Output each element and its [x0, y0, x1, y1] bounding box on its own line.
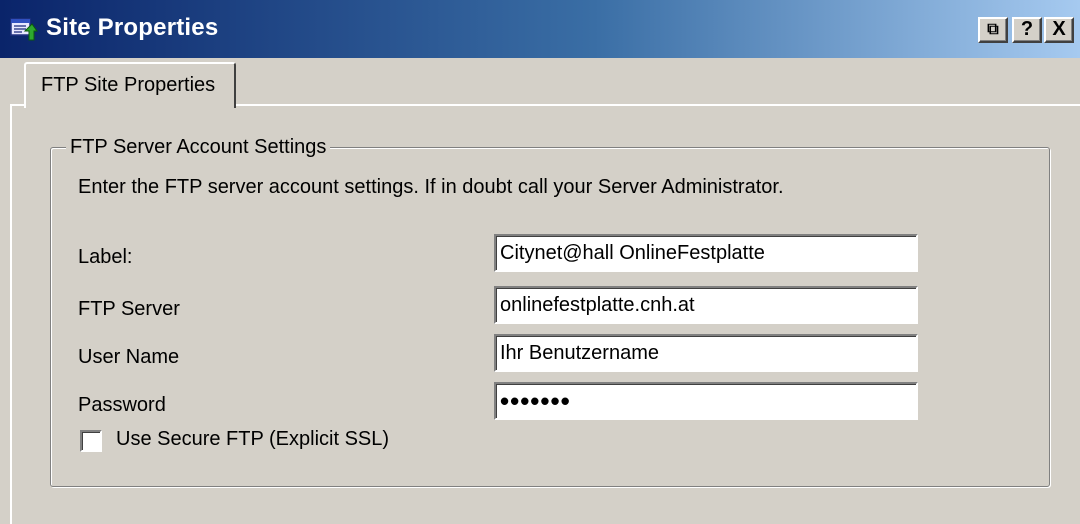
help-button[interactable]: ? [1012, 17, 1042, 43]
ftp-server-label: FTP Server [78, 298, 180, 320]
user-name-input[interactable] [494, 334, 918, 372]
user-name-label: User Name [78, 346, 180, 368]
restore-icon: ⧉ [987, 21, 999, 38]
help-icon: ? [1020, 18, 1034, 40]
close-icon: X [1052, 18, 1066, 40]
site-properties-icon [10, 18, 38, 41]
instructions-text: Enter the FTP server account settings. I… [78, 176, 784, 198]
tab-label: FTP Site Properties [41, 74, 216, 96]
restore-button[interactable]: ⧉ [978, 17, 1008, 43]
password-input[interactable] [494, 382, 918, 420]
close-button[interactable]: X [1044, 17, 1074, 43]
label-input[interactable] [494, 234, 918, 272]
secure-ftp-checkbox[interactable] [80, 430, 102, 452]
tab-ftp-site-properties[interactable]: FTP Site Properties [24, 62, 236, 108]
password-label: Password [78, 394, 166, 416]
ftp-server-input[interactable] [494, 286, 918, 324]
secure-ftp-label[interactable]: Use Secure FTP (Explicit SSL) [116, 428, 389, 451]
title-bar[interactable]: Site Properties ⧉ ? X [0, 0, 1080, 58]
label-field-label: Label: [78, 246, 133, 268]
window-title: Site Properties [46, 14, 219, 41]
group-title: FTP Server Account Settings [66, 136, 331, 159]
